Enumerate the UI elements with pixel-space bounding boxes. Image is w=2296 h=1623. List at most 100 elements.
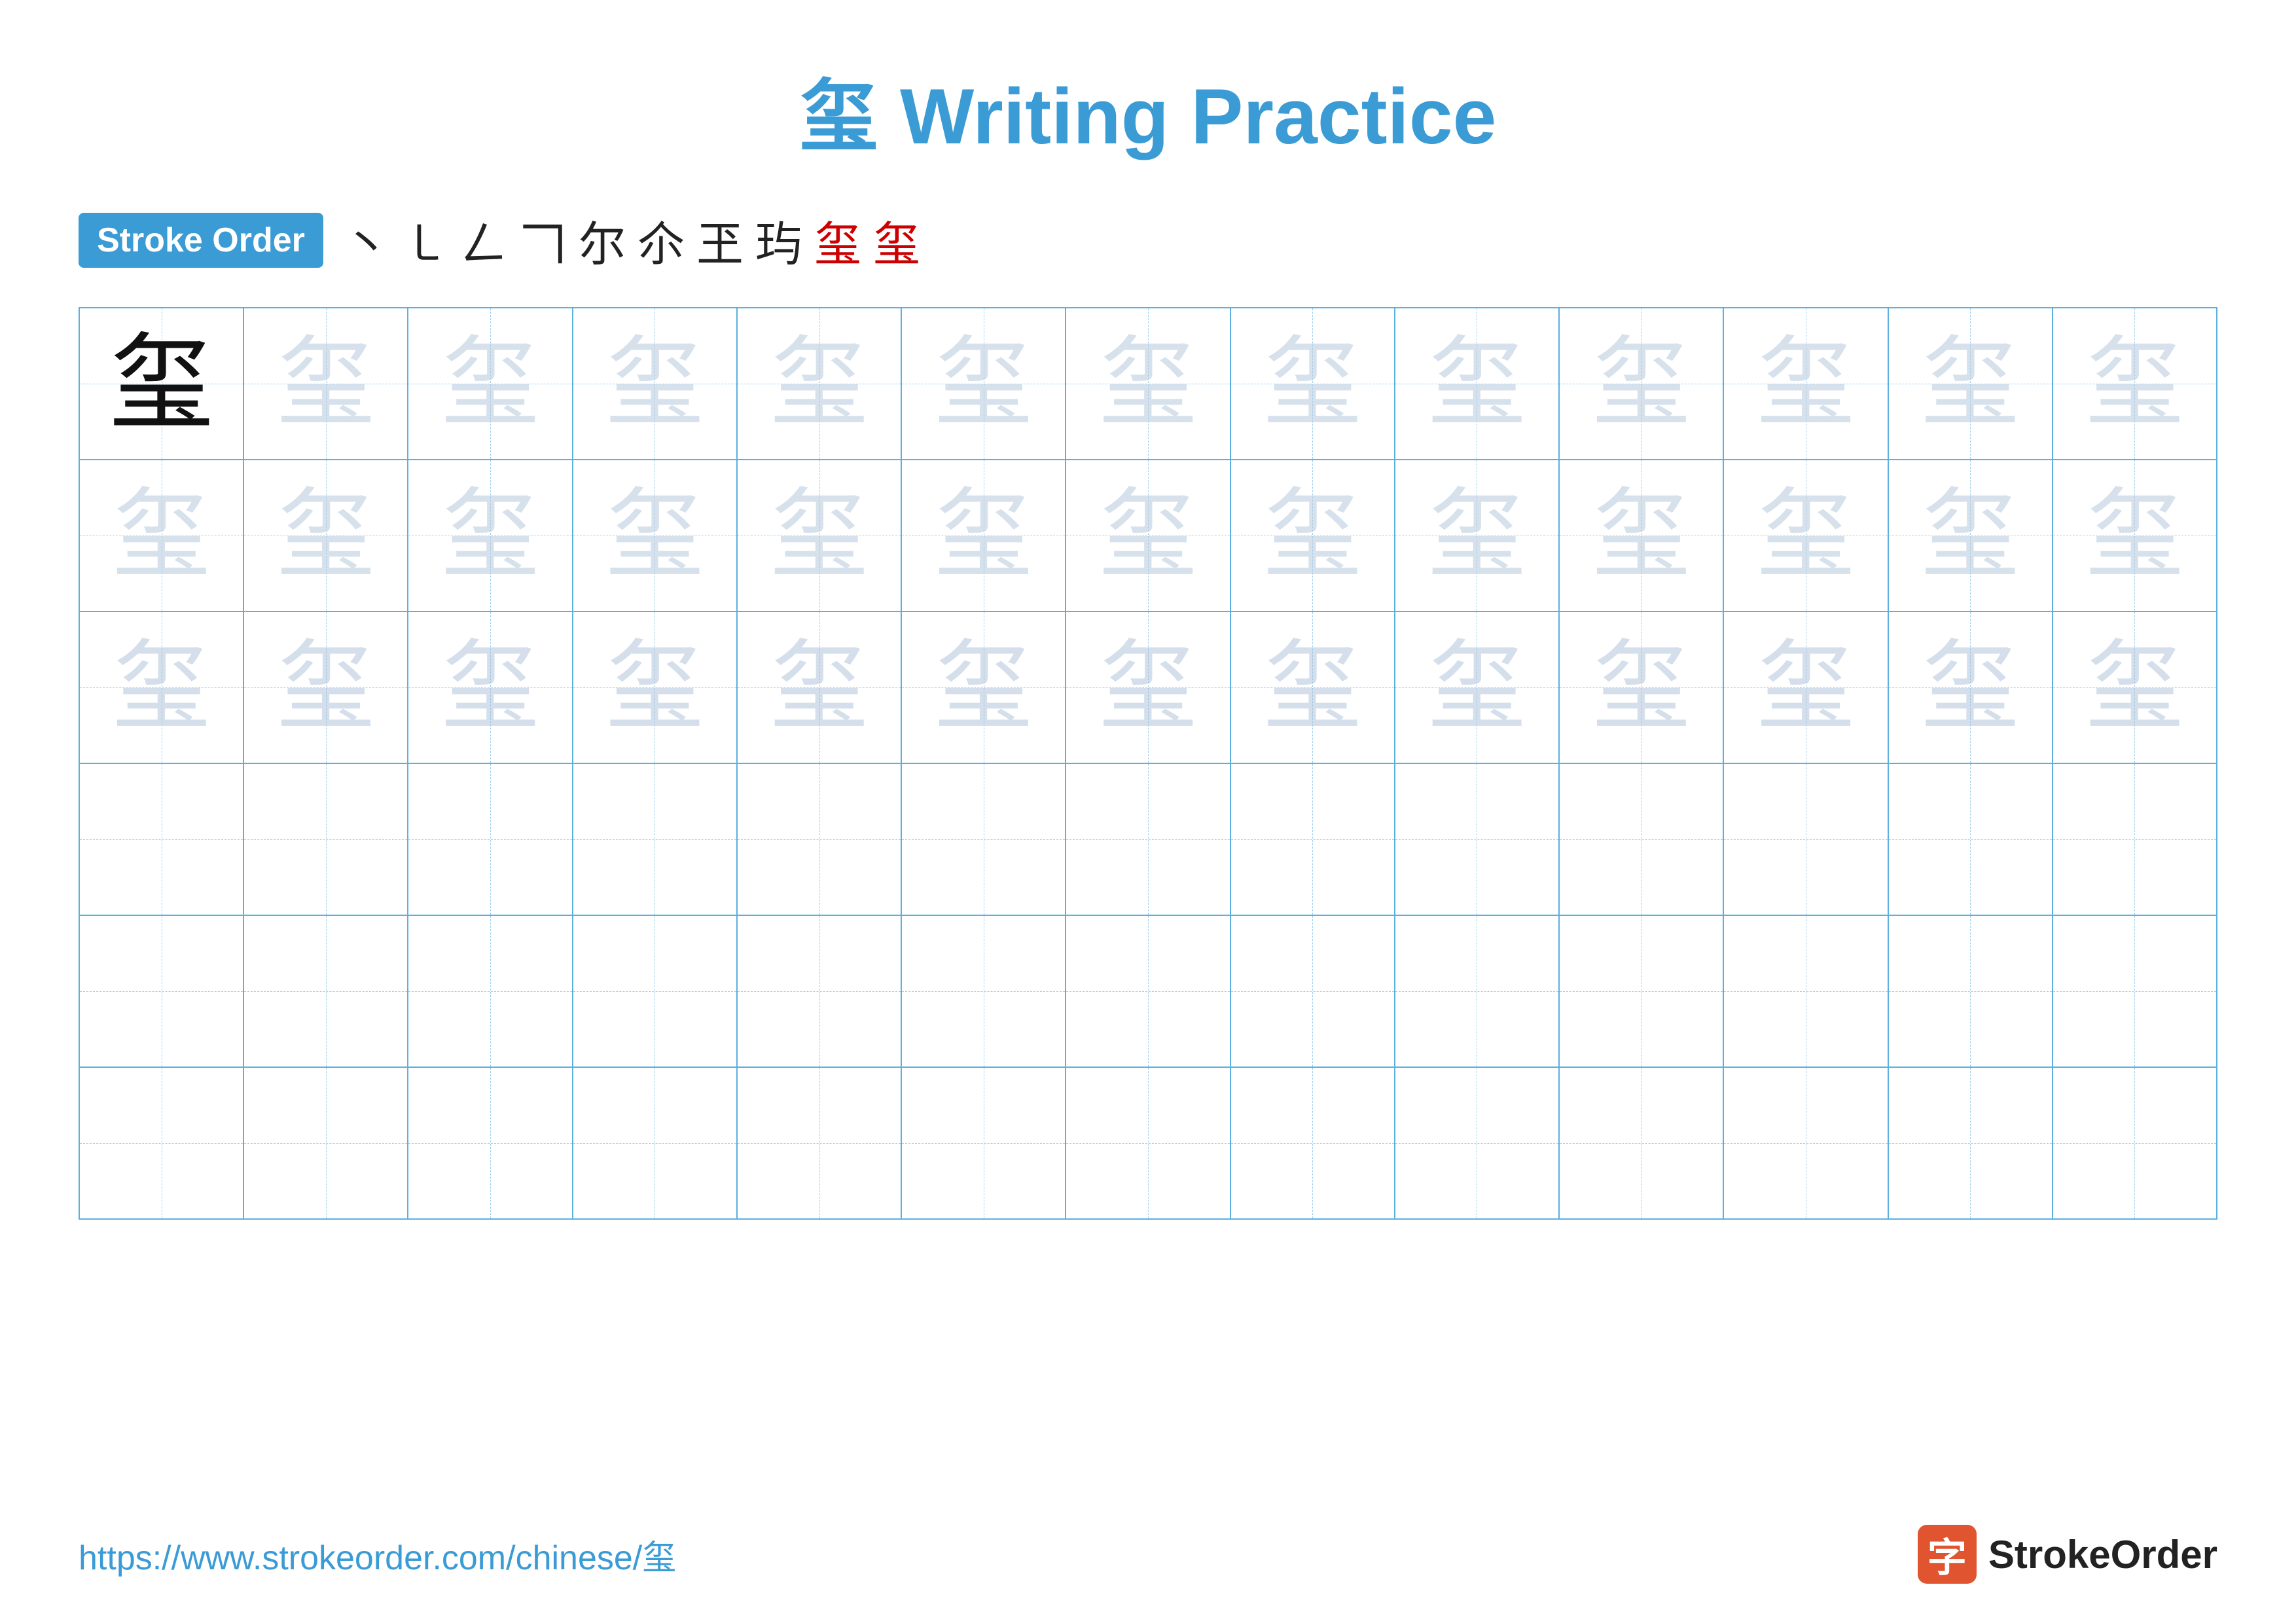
- grid-cell-r1-c13[interactable]: 玺: [2053, 308, 2216, 459]
- grid-cell-r4-c11[interactable]: [1724, 764, 1888, 915]
- grid-cell-r5-c6[interactable]: [902, 916, 1066, 1067]
- footer-logo-text: StrokeOrder: [1988, 1532, 2217, 1577]
- grid-cell-r1-c12[interactable]: 玺: [1889, 308, 2053, 459]
- grid-cell-r4-c3[interactable]: [408, 764, 573, 915]
- grid-cell-r6-c5[interactable]: [738, 1068, 902, 1218]
- grid-cell-r4-c1[interactable]: [80, 764, 244, 915]
- grid-cell-r6-c11[interactable]: [1724, 1068, 1888, 1218]
- stroke-steps: 丶 ㇄ 𠃋 𠃍 尔 尒 玊 玙 玺 玺: [343, 206, 920, 274]
- grid-cell-r3-c1[interactable]: 玺: [80, 612, 244, 763]
- char-faded: 玺: [1757, 335, 1855, 433]
- grid-cell-r5-c5[interactable]: [738, 916, 902, 1067]
- grid-cell-r6-c2[interactable]: [244, 1068, 408, 1218]
- stroke-4: 𠃍: [520, 206, 567, 274]
- char-faded: 玺: [935, 486, 1033, 585]
- footer-url[interactable]: https://www.strokeorder.com/chinese/玺: [79, 1530, 676, 1579]
- char-faded: 玺: [1263, 486, 1361, 585]
- grid-cell-r2-c7[interactable]: 玺: [1066, 460, 1230, 611]
- char-faded-dark: 玺: [1757, 638, 1855, 737]
- grid-cell-r2-c1[interactable]: 玺: [80, 460, 244, 611]
- grid-cell-r5-c8[interactable]: [1231, 916, 1395, 1067]
- grid-cell-r6-c9[interactable]: [1395, 1068, 1560, 1218]
- grid-cell-r2-c6[interactable]: 玺: [902, 460, 1066, 611]
- grid-cell-r6-c6[interactable]: [902, 1068, 1066, 1218]
- grid-cell-r6-c12[interactable]: [1889, 1068, 2053, 1218]
- grid-cell-r2-c8[interactable]: 玺: [1231, 460, 1395, 611]
- grid-cell-r4-c4[interactable]: [573, 764, 738, 915]
- page-title: 玺 Writing Practice: [79, 52, 2217, 166]
- grid-cell-r4-c10[interactable]: [1560, 764, 1724, 915]
- grid-cell-r2-c2[interactable]: 玺: [244, 460, 408, 611]
- grid-cell-r3-c9[interactable]: 玺: [1395, 612, 1560, 763]
- char-faded: 玺: [1592, 486, 1691, 585]
- grid-cell-r2-c11[interactable]: 玺: [1724, 460, 1888, 611]
- grid-cell-r3-c6[interactable]: 玺: [902, 612, 1066, 763]
- char-faded-dark: 玺: [1427, 638, 1526, 737]
- page: 玺 Writing Practice Stroke Order 丶 ㇄ 𠃋 𠃍 …: [0, 0, 2296, 1623]
- char-faded: 玺: [1099, 335, 1197, 433]
- char-faded: 玺: [113, 486, 211, 585]
- stroke-5: 尔: [579, 206, 626, 274]
- grid-cell-r3-c11[interactable]: 玺: [1724, 612, 1888, 763]
- char-faded: 玺: [1921, 335, 2019, 433]
- grid-cell-r5-c13[interactable]: [2053, 916, 2216, 1067]
- grid-cell-r1-c9[interactable]: 玺: [1395, 308, 1560, 459]
- grid-cell-r3-c12[interactable]: 玺: [1889, 612, 2053, 763]
- grid-cell-r1-c8[interactable]: 玺: [1231, 308, 1395, 459]
- char-faded-dark: 玺: [605, 638, 704, 737]
- grid-cell-r6-c13[interactable]: [2053, 1068, 2216, 1218]
- grid-cell-r1-c11[interactable]: 玺: [1724, 308, 1888, 459]
- grid-cell-r1-c4[interactable]: 玺: [573, 308, 738, 459]
- grid-cell-r1-c7[interactable]: 玺: [1066, 308, 1230, 459]
- grid-cell-r2-c9[interactable]: 玺: [1395, 460, 1560, 611]
- grid-cell-r3-c4[interactable]: 玺: [573, 612, 738, 763]
- grid-cell-r5-c10[interactable]: [1560, 916, 1724, 1067]
- grid-cell-r6-c1[interactable]: [80, 1068, 244, 1218]
- grid-cell-r3-c10[interactable]: 玺: [1560, 612, 1724, 763]
- grid-cell-r1-c2[interactable]: 玺: [244, 308, 408, 459]
- grid-cell-r2-c5[interactable]: 玺: [738, 460, 902, 611]
- grid-cell-r2-c13[interactable]: 玺: [2053, 460, 2216, 611]
- grid-cell-r4-c8[interactable]: [1231, 764, 1395, 915]
- grid-cell-r3-c2[interactable]: 玺: [244, 612, 408, 763]
- grid-cell-r3-c13[interactable]: 玺: [2053, 612, 2216, 763]
- stroke-order-row: Stroke Order 丶 ㇄ 𠃋 𠃍 尔 尒 玊 玙 玺 玺: [79, 206, 2217, 274]
- grid-cell-r1-c3[interactable]: 玺: [408, 308, 573, 459]
- char-faded: 玺: [1757, 486, 1855, 585]
- char-faded: 玺: [2085, 335, 2183, 433]
- grid-cell-r4-c9[interactable]: [1395, 764, 1560, 915]
- grid-cell-r1-c6[interactable]: 玺: [902, 308, 1066, 459]
- grid-cell-r1-c1[interactable]: 玺: [80, 308, 244, 459]
- char-faded-dark: 玺: [770, 638, 869, 737]
- grid-cell-r4-c12[interactable]: [1889, 764, 2053, 915]
- grid-cell-r1-c5[interactable]: 玺: [738, 308, 902, 459]
- grid-cell-r4-c7[interactable]: [1066, 764, 1230, 915]
- grid-cell-r4-c6[interactable]: [902, 764, 1066, 915]
- grid-cell-r5-c12[interactable]: [1889, 916, 2053, 1067]
- grid-cell-r6-c7[interactable]: [1066, 1068, 1230, 1218]
- grid-cell-r3-c3[interactable]: 玺: [408, 612, 573, 763]
- grid-cell-r4-c2[interactable]: [244, 764, 408, 915]
- grid-cell-r2-c12[interactable]: 玺: [1889, 460, 2053, 611]
- grid-cell-r6-c4[interactable]: [573, 1068, 738, 1218]
- grid-cell-r4-c5[interactable]: [738, 764, 902, 915]
- grid-cell-r5-c3[interactable]: [408, 916, 573, 1067]
- grid-cell-r5-c1[interactable]: [80, 916, 244, 1067]
- grid-cell-r5-c2[interactable]: [244, 916, 408, 1067]
- footer-logo: 字 StrokeOrder: [1918, 1525, 2217, 1584]
- grid-cell-r1-c10[interactable]: 玺: [1560, 308, 1724, 459]
- grid-cell-r3-c8[interactable]: 玺: [1231, 612, 1395, 763]
- grid-cell-r3-c5[interactable]: 玺: [738, 612, 902, 763]
- grid-cell-r3-c7[interactable]: 玺: [1066, 612, 1230, 763]
- grid-cell-r6-c10[interactable]: [1560, 1068, 1724, 1218]
- grid-cell-r5-c4[interactable]: [573, 916, 738, 1067]
- grid-cell-r4-c13[interactable]: [2053, 764, 2216, 915]
- grid-cell-r2-c10[interactable]: 玺: [1560, 460, 1724, 611]
- grid-cell-r6-c3[interactable]: [408, 1068, 573, 1218]
- grid-cell-r5-c11[interactable]: [1724, 916, 1888, 1067]
- grid-cell-r5-c7[interactable]: [1066, 916, 1230, 1067]
- grid-cell-r2-c4[interactable]: 玺: [573, 460, 738, 611]
- grid-cell-r2-c3[interactable]: 玺: [408, 460, 573, 611]
- grid-cell-r6-c8[interactable]: [1231, 1068, 1395, 1218]
- grid-cell-r5-c9[interactable]: [1395, 916, 1560, 1067]
